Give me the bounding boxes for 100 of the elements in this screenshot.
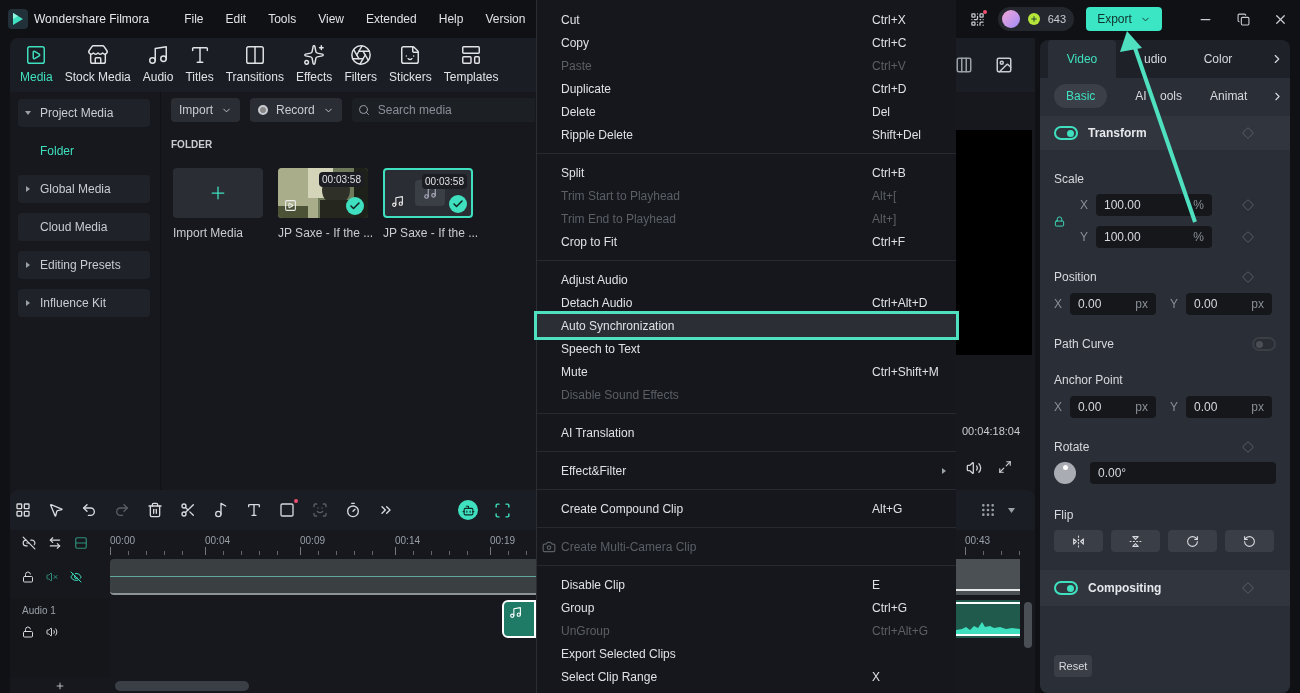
menu-item[interactable]: Edit (225, 10, 247, 28)
sidebar-item[interactable]: Global Media (18, 175, 150, 203)
media-thumbnail[interactable]: 00:03:58 (383, 168, 473, 218)
volume-icon[interactable] (966, 459, 982, 476)
reset-button[interactable]: Reset (1054, 655, 1092, 677)
rotate-right-button[interactable] (1168, 530, 1217, 552)
menu-item[interactable]: Auto Synchronization (537, 314, 956, 337)
menu-item[interactable]: Extended (366, 10, 417, 28)
fullscreen-icon[interactable] (998, 459, 1012, 474)
pointer-icon[interactable] (48, 502, 64, 518)
number-field[interactable]: 0.00 px (1186, 396, 1272, 418)
menu-item[interactable]: Tools (268, 10, 297, 28)
menu-item[interactable]: Effect&Filter (537, 459, 956, 482)
property-tab[interactable]: Color (1184, 40, 1252, 78)
nav-tab[interactable]: Titles (181, 44, 218, 86)
rows-icon[interactable] (74, 536, 88, 550)
number-field[interactable]: 0.00 px (1186, 293, 1272, 315)
add-track-icon[interactable] (55, 680, 65, 691)
sidebar-subitem[interactable]: Folder (18, 137, 160, 165)
menu-item[interactable]: Create Compound Clip Alt+G (537, 497, 956, 520)
number-field[interactable]: 100.00 % (1096, 194, 1212, 216)
menu-item[interactable]: View (318, 10, 344, 28)
menu-item[interactable]: File (184, 10, 204, 28)
menu-item[interactable]: Cut Ctrl+X (537, 8, 956, 31)
nav-tab[interactable]: Stickers (385, 44, 436, 86)
menu-item[interactable]: AI Translation (537, 421, 956, 444)
number-field[interactable]: 100.00 % (1096, 226, 1212, 248)
eye-off-icon[interactable] (70, 571, 82, 583)
scan-icon[interactable] (494, 501, 511, 519)
number-field[interactable]: 0.00 px (1070, 396, 1156, 418)
sidebar-item[interactable]: Influence Kit (18, 289, 150, 317)
menu-item[interactable]: Version (485, 10, 526, 28)
property-tab[interactable]: udio (1116, 40, 1184, 78)
nav-tab[interactable]: Effects (291, 44, 337, 86)
sidebar-item[interactable]: Editing Presets (18, 251, 150, 279)
grip-icon[interactable] (980, 502, 996, 518)
music-icon[interactable] (213, 502, 229, 518)
subtab[interactable]: AI ools (1123, 84, 1187, 108)
menu-item[interactable]: Crop to Fit Ctrl+F (537, 230, 956, 253)
nav-tab[interactable]: Filters (340, 44, 382, 86)
audio-clip[interactable] (502, 600, 536, 638)
rotation-field[interactable]: 0.00° (1090, 462, 1276, 484)
search-input[interactable]: Search media (377, 101, 528, 119)
flip-vertical-button[interactable] (1111, 530, 1160, 552)
subtab[interactable]: Animat (1202, 84, 1256, 108)
menu-item[interactable]: Split Ctrl+B (537, 161, 956, 184)
toggle-switch[interactable] (1252, 337, 1276, 351)
restore-icon[interactable] (1237, 12, 1250, 26)
menu-item[interactable]: Disable Clip E (537, 573, 956, 596)
menu-item[interactable]: Detach Audio Ctrl+Alt+D (537, 291, 956, 314)
face-scan-icon[interactable] (312, 502, 328, 518)
menu-item[interactable]: Ripple Delete Shift+Del (537, 123, 956, 146)
flip-horizontal-button[interactable] (1054, 530, 1103, 552)
sidebar-item[interactable]: Cloud Media (18, 213, 150, 241)
lock-icon[interactable] (22, 571, 34, 583)
media-thumbnail[interactable]: 00:03:58 (278, 168, 368, 218)
text-icon[interactable] (246, 502, 262, 518)
collapsed-triangle-icon[interactable] (24, 185, 32, 193)
menu-item[interactable]: Copy Ctrl+C (537, 31, 956, 54)
image-icon[interactable] (995, 56, 1013, 74)
menu-item[interactable]: Delete Del (537, 100, 956, 123)
menu-item[interactable]: Mute Ctrl+Shift+M (537, 360, 956, 383)
trash-icon[interactable] (147, 502, 163, 518)
bot-icon[interactable] (458, 500, 478, 520)
lock-icon[interactable] (22, 626, 34, 638)
menu-item[interactable]: Duplicate Ctrl+D (537, 77, 956, 100)
video-clip[interactable] (110, 559, 536, 595)
crop-square-icon[interactable] (279, 502, 295, 518)
grid-icon[interactable] (15, 502, 31, 518)
menu-item[interactable]: Help (438, 10, 464, 28)
nav-tab[interactable]: Audio (138, 44, 178, 86)
scissors-icon[interactable] (180, 502, 196, 518)
menu-item[interactable]: Speech to Text (537, 337, 956, 360)
volume-icon[interactable] (46, 626, 58, 638)
menu-item[interactable]: Adjust Audio (537, 268, 956, 291)
swap-icon[interactable] (48, 536, 62, 550)
rotation-dial[interactable] (1054, 462, 1076, 484)
lock-icon[interactable] (1054, 215, 1065, 227)
menu-item[interactable]: Group Ctrl+G (537, 596, 956, 619)
collapsed-triangle-icon[interactable] (24, 299, 32, 307)
apps-grid-icon[interactable] (969, 11, 985, 27)
menu-item[interactable]: Export Selected Clips (537, 642, 956, 665)
search-field[interactable]: Search media (351, 98, 535, 122)
sidebar-item[interactable]: Project Media (18, 99, 150, 127)
nav-tab[interactable]: Templates (439, 44, 503, 86)
timer-icon[interactable] (345, 502, 361, 518)
waveform-clip[interactable] (956, 600, 1020, 638)
rotate-left-button[interactable] (1225, 530, 1274, 552)
layout-icon[interactable] (955, 56, 973, 74)
nav-tab[interactable]: Media (16, 44, 57, 86)
unlink-icon[interactable] (22, 536, 36, 550)
export-button[interactable]: Export (1086, 7, 1162, 31)
property-tab[interactable]: Video (1048, 40, 1116, 78)
undo-icon[interactable] (81, 502, 97, 518)
video-clip[interactable] (956, 559, 1020, 595)
caret-icon[interactable] (1008, 507, 1015, 513)
mute-icon[interactable] (46, 571, 58, 583)
collapsed-triangle-icon[interactable] (24, 261, 32, 269)
account-pill[interactable]: 643 (997, 7, 1074, 31)
subtab[interactable]: Basic (1054, 84, 1108, 108)
